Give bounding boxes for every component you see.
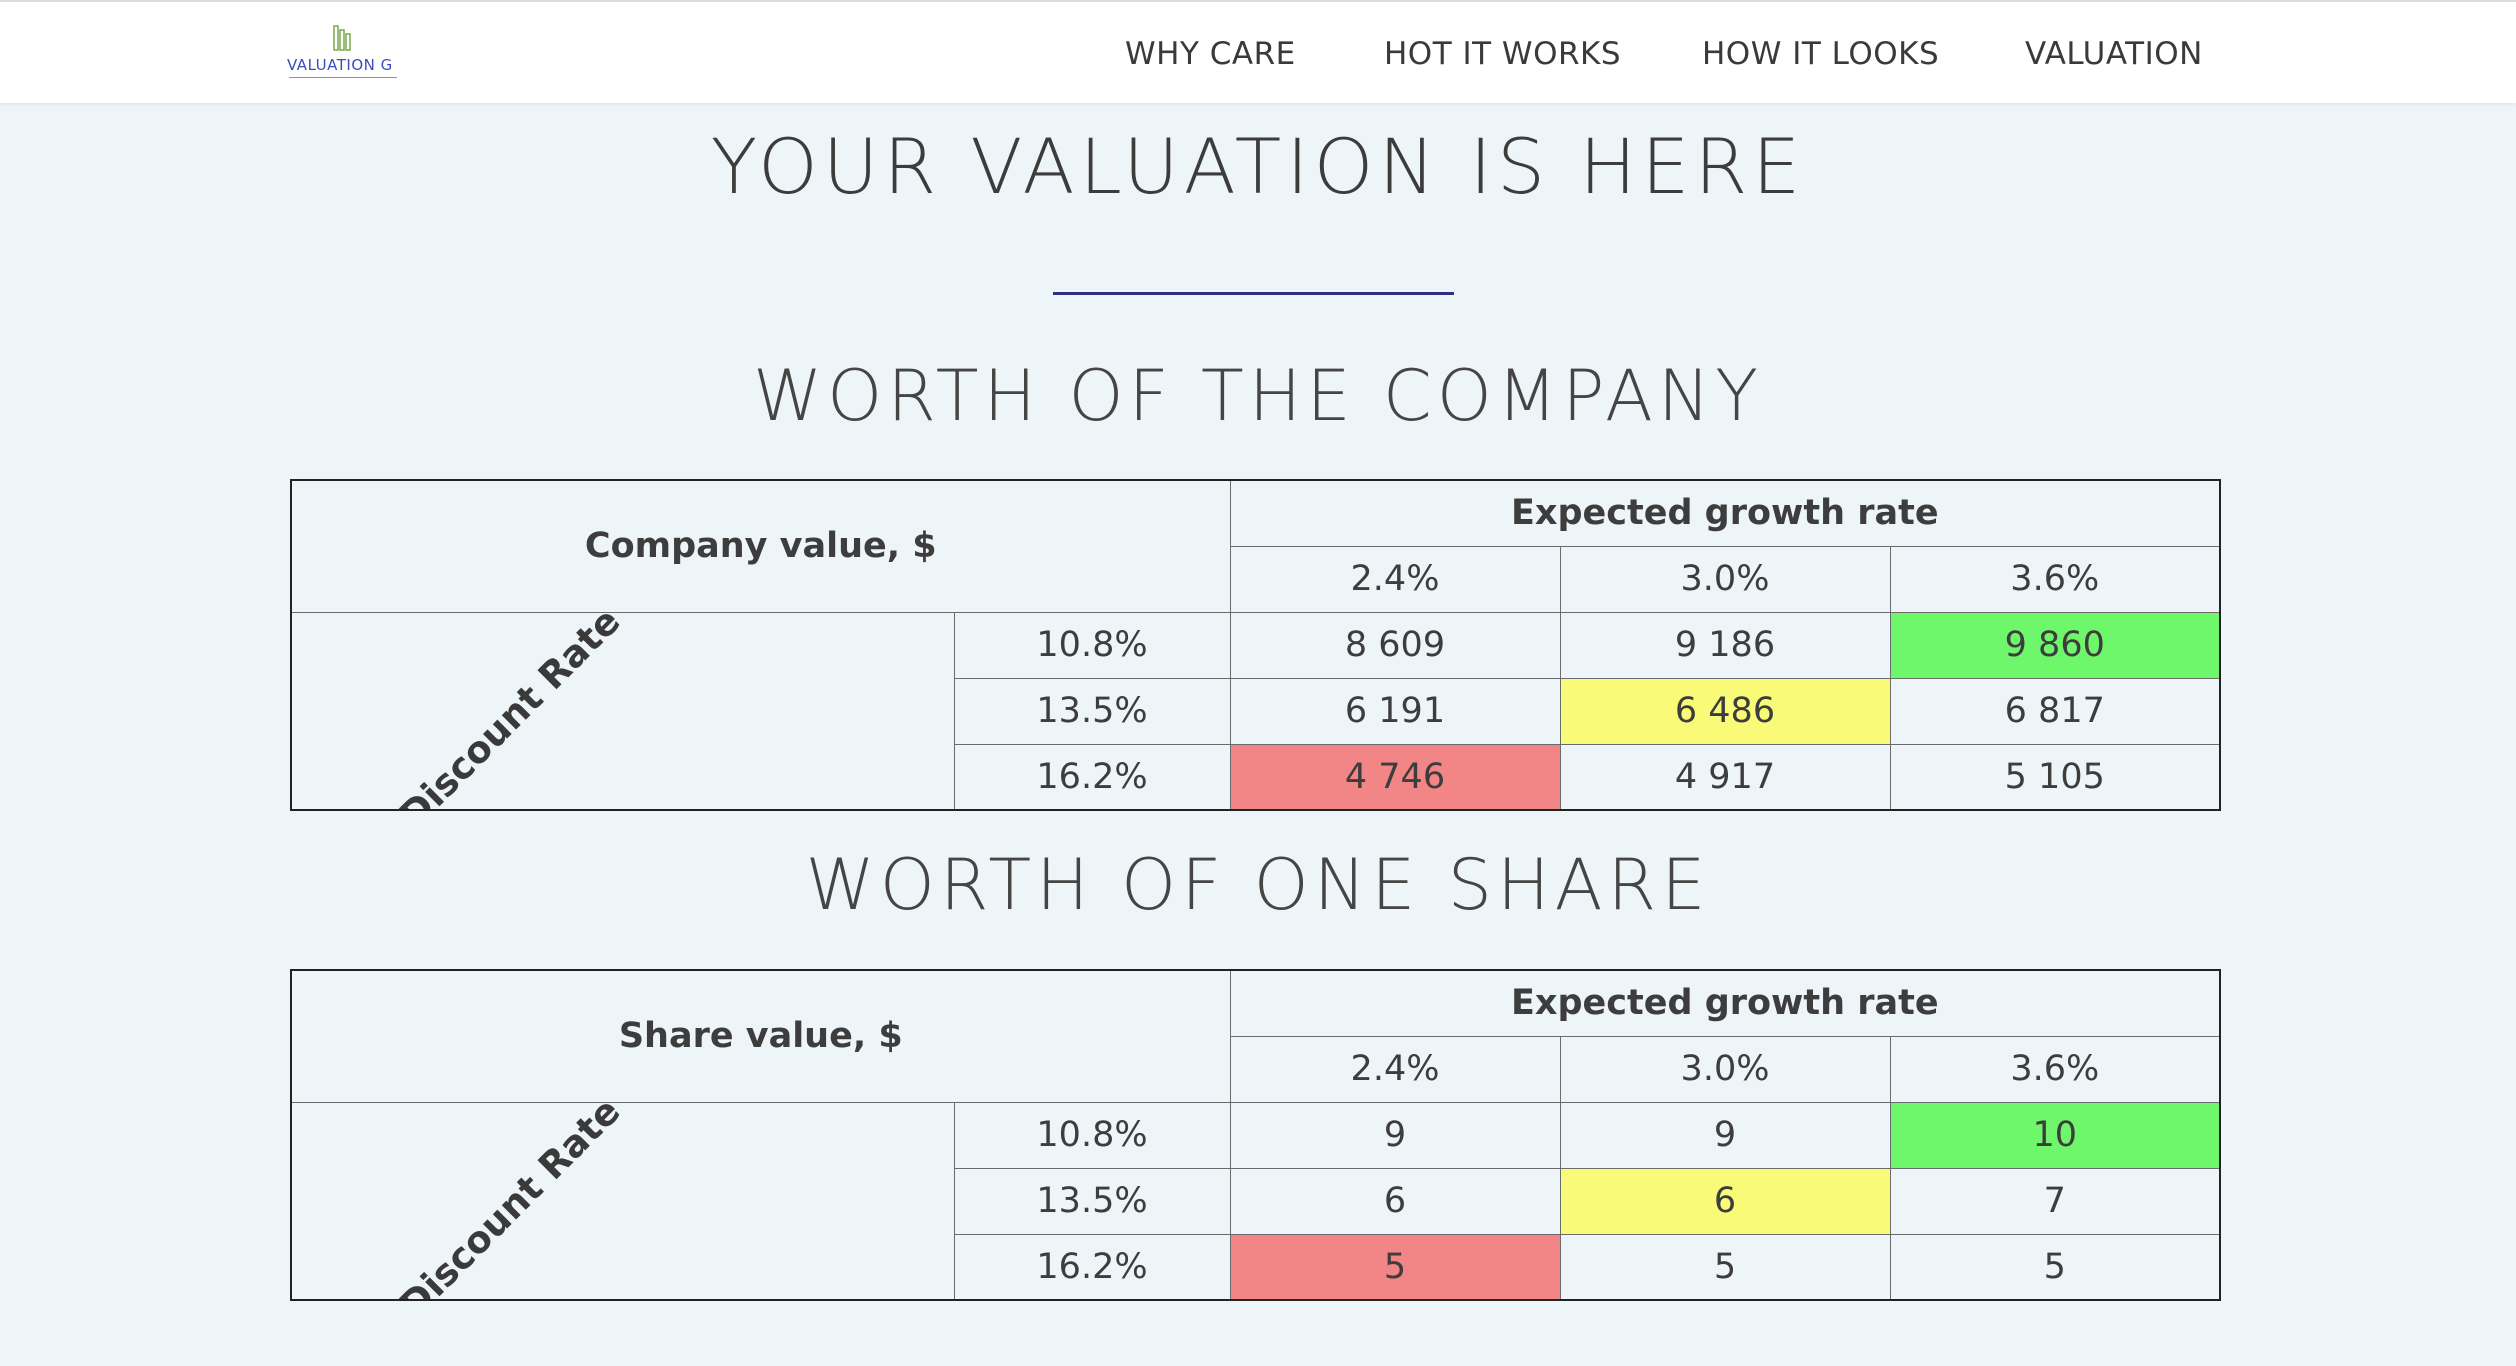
row-group-label: Discount Rate [391, 1102, 629, 1300]
value-cell-worst: 5 [1229, 1233, 1561, 1301]
value-cell: 6 817 [1889, 677, 2221, 745]
value-cell: 9 186 [1559, 611, 1891, 679]
value-cell: 7 [1889, 1167, 2221, 1235]
table-row: Discount Rate 10.8% 8 609 9 186 9 860 [290, 611, 2221, 811]
growth-rate-header: 3.6% [1889, 545, 2221, 613]
column-group-label: Expected growth rate [1229, 479, 2221, 547]
nav-hot-it-works[interactable]: HOT IT WORKS [1384, 36, 1621, 72]
value-cell-best: 9 860 [1889, 611, 2221, 679]
discount-rate-cell: 10.8% [953, 1101, 1231, 1169]
growth-rate-header: 3.0% [1559, 1035, 1891, 1103]
value-cell: 4 917 [1559, 743, 1891, 811]
row-group-cell: Discount Rate [290, 611, 955, 811]
nav-valuation[interactable]: VALUATION [2025, 36, 2203, 72]
title-divider [1053, 292, 1454, 295]
discount-rate-cell: 10.8% [953, 611, 1231, 679]
value-cell: 5 [1889, 1233, 2221, 1301]
logo-underline [289, 77, 397, 78]
table-row: Discount Rate 10.8% 9 9 10 [290, 1101, 2221, 1301]
growth-rate-header: 3.0% [1559, 545, 1891, 613]
share-value-table: Share value, $ Expected growth rate 2.4%… [290, 969, 2222, 1301]
nav-why-care[interactable]: WHY CARE [1125, 36, 1296, 72]
table-title: Company value, $ [290, 479, 1231, 613]
value-cell-base: 6 [1559, 1167, 1891, 1235]
growth-rate-header: 2.4% [1229, 545, 1561, 613]
brand-logo[interactable]: VALUATION G [287, 24, 399, 84]
nav-how-it-looks[interactable]: HOW IT LOOKS [1702, 36, 1939, 72]
table-header-row: Share value, $ Expected growth rate [290, 969, 2221, 1103]
value-cell-best: 10 [1889, 1101, 2221, 1169]
value-cell: 9 [1229, 1101, 1561, 1169]
top-navbar: VALUATION G WHY CARE HOT IT WORKS HOW IT… [0, 0, 2516, 103]
table-title: Share value, $ [290, 969, 1231, 1103]
company-value-table: Company value, $ Expected growth rate 2.… [290, 479, 2222, 811]
table-header-row: Company value, $ Expected growth rate [290, 479, 2221, 613]
row-group-label: Discount Rate [391, 612, 629, 810]
growth-rate-header: 3.6% [1889, 1035, 2221, 1103]
section-heading-share: WORTH OF ONE SHARE [805, 844, 1711, 926]
value-cell-worst: 4 746 [1229, 743, 1561, 811]
discount-rate-cell: 16.2% [953, 1233, 1231, 1301]
page-title: YOUR VALUATION IS HERE [710, 122, 1806, 211]
logo-bars-icon [333, 25, 351, 51]
logo-text: VALUATION G [287, 56, 393, 74]
value-cell-base: 6 486 [1559, 677, 1891, 745]
value-cell: 6 [1229, 1167, 1561, 1235]
discount-rate-cell: 16.2% [953, 743, 1231, 811]
discount-rate-cell: 13.5% [953, 1167, 1231, 1235]
value-cell: 5 [1559, 1233, 1891, 1301]
value-cell: 8 609 [1229, 611, 1561, 679]
growth-rate-header: 2.4% [1229, 1035, 1561, 1103]
value-cell: 5 105 [1889, 743, 2221, 811]
section-heading-company: WORTH OF THE COMPANY [752, 355, 1764, 437]
discount-rate-cell: 13.5% [953, 677, 1231, 745]
row-group-cell: Discount Rate [290, 1101, 955, 1301]
column-group-label: Expected growth rate [1229, 969, 2221, 1037]
value-cell: 6 191 [1229, 677, 1561, 745]
value-cell: 9 [1559, 1101, 1891, 1169]
